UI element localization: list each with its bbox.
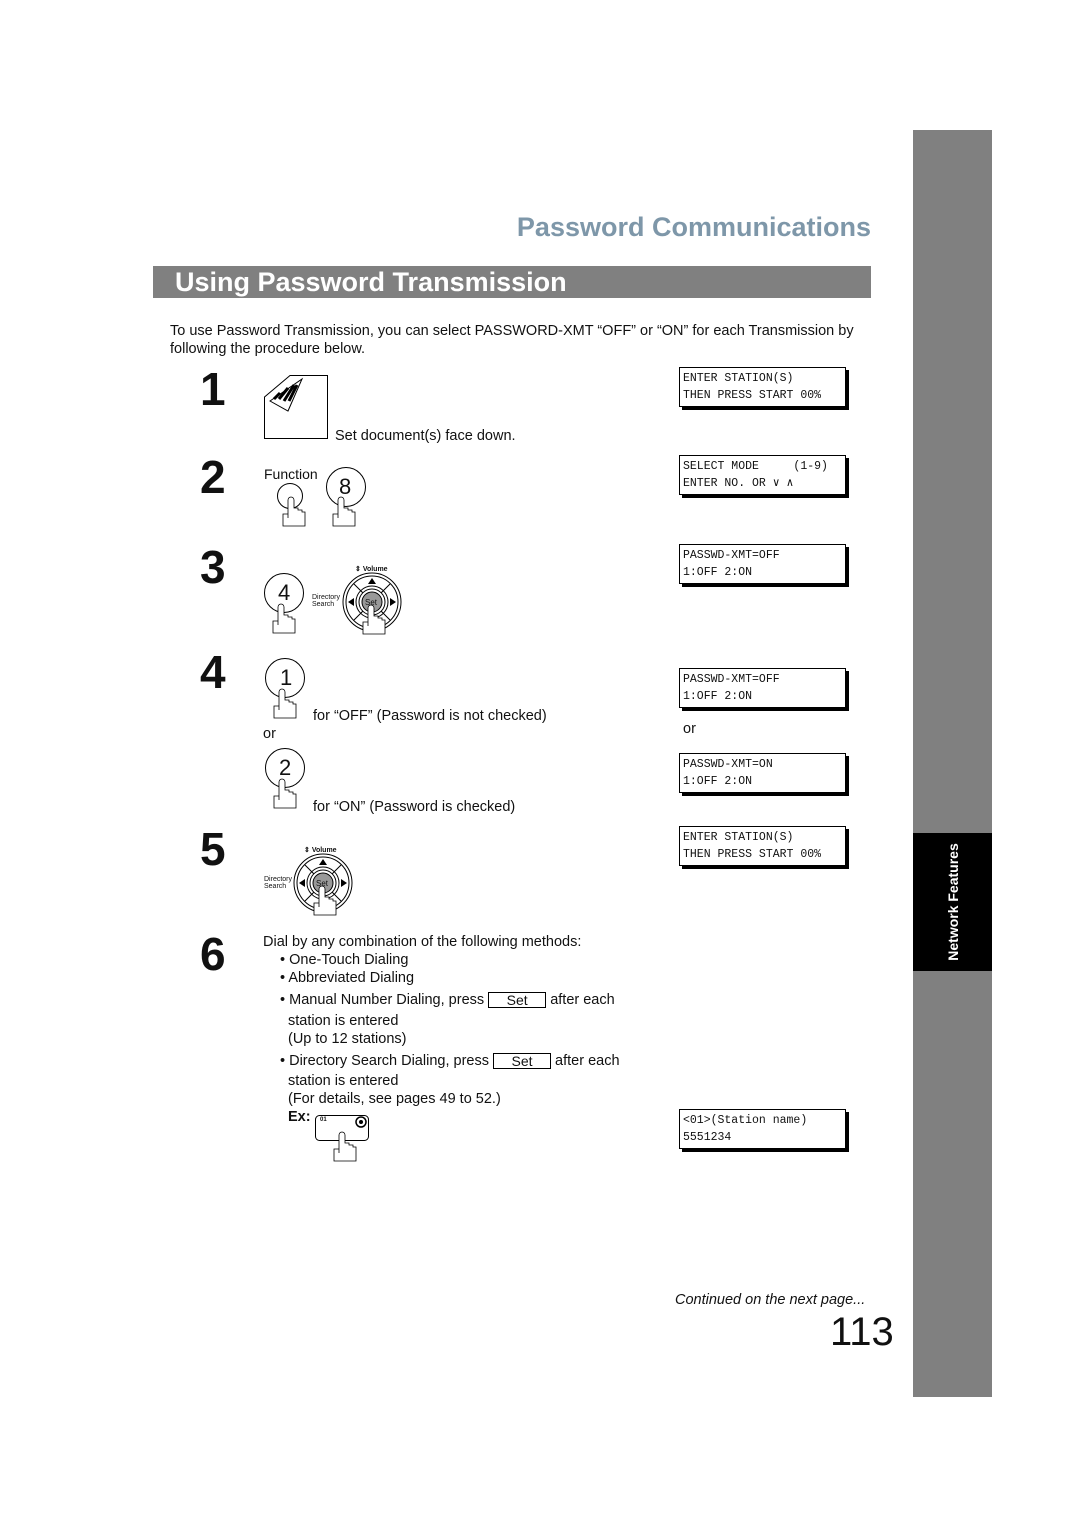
set-key: Set	[493, 1053, 551, 1070]
section-title: Password Communications	[516, 212, 871, 242]
lcd-display: ENTER STATION(S) THEN PRESS START 00%	[679, 367, 846, 407]
key-8-label: 8	[339, 474, 352, 499]
directory-search-label: Directory Search	[312, 594, 341, 608]
side-bar	[913, 130, 992, 1397]
step1-text: Set document(s) face down.	[335, 428, 516, 444]
example-label: Ex:	[288, 1109, 311, 1125]
page-banner: Using Password Transmission	[153, 266, 871, 298]
lcd-display: PASSWD-XMT=ON 1:OFF 2:ON	[679, 753, 846, 793]
lcd-display: <01>(Station name) 5551234	[679, 1109, 846, 1149]
step4-off-text: for “OFF” (Password is not checked)	[313, 708, 547, 724]
step-number: 1	[200, 363, 226, 415]
step-number: 3	[200, 541, 226, 593]
section-tab: Network Features	[913, 833, 992, 971]
step-number: 5	[200, 823, 226, 875]
lcd-display: PASSWD-XMT=OFF 1:OFF 2:ON	[679, 544, 846, 584]
set-button-label[interactable]: Set	[316, 879, 328, 888]
bullet-item: • One-Touch Dialing	[280, 952, 409, 968]
directory-search-label: Directory Search	[264, 876, 293, 890]
set-button-label[interactable]: Set	[365, 598, 377, 607]
one-touch-key-label: 01	[320, 1117, 327, 1123]
step-number: 6	[200, 928, 226, 980]
page-title: Using Password Transmission	[175, 267, 567, 297]
section-tab-label: Network Features	[944, 843, 961, 961]
function-key[interactable]	[277, 483, 307, 528]
bullet-item: • Manual Number Dialing, press Set after…	[280, 992, 615, 1009]
lcd-display: PASSWD-XMT=OFF 1:OFF 2:ON	[679, 668, 846, 708]
continued-note: Continued on the next page...	[675, 1292, 866, 1308]
intro-text: To use Password Transmission, you can se…	[170, 323, 854, 357]
lcd-display: ENTER STATION(S) THEN PRESS START 00%	[679, 826, 846, 866]
page-number: 113	[830, 1310, 894, 1354]
document-feed-icon	[264, 375, 328, 439]
step6-lead: Dial by any combination of the following…	[263, 934, 582, 950]
bullet-note: (For details, see pages 49 to 52.)	[288, 1091, 501, 1107]
or-text: or	[683, 721, 696, 737]
key-4-label: 4	[278, 580, 291, 605]
manual-page: Network Features Password Communications…	[0, 0, 1080, 1528]
bullet-item: • Directory Search Dialing, press Set af…	[280, 1053, 620, 1070]
bullet-note: station is entered	[288, 1073, 399, 1089]
step-number: 2	[200, 451, 226, 503]
bullet-note: (Up to 12 stations)	[288, 1031, 407, 1047]
key-2-label: 2	[279, 755, 292, 780]
bullet-note: station is entered	[288, 1013, 399, 1029]
key-1-label: 1	[280, 665, 293, 690]
step4-on-text: for “ON” (Password is checked)	[313, 799, 516, 815]
step-number: 4	[200, 646, 226, 698]
function-label: Function	[264, 466, 318, 482]
set-key: Set	[488, 992, 547, 1009]
lcd-display: SELECT MODE (1-9) ENTER NO. OR ∨ ∧	[679, 455, 846, 495]
bullet-item: • Abbreviated Dialing	[280, 970, 415, 986]
or-text: or	[263, 726, 276, 742]
